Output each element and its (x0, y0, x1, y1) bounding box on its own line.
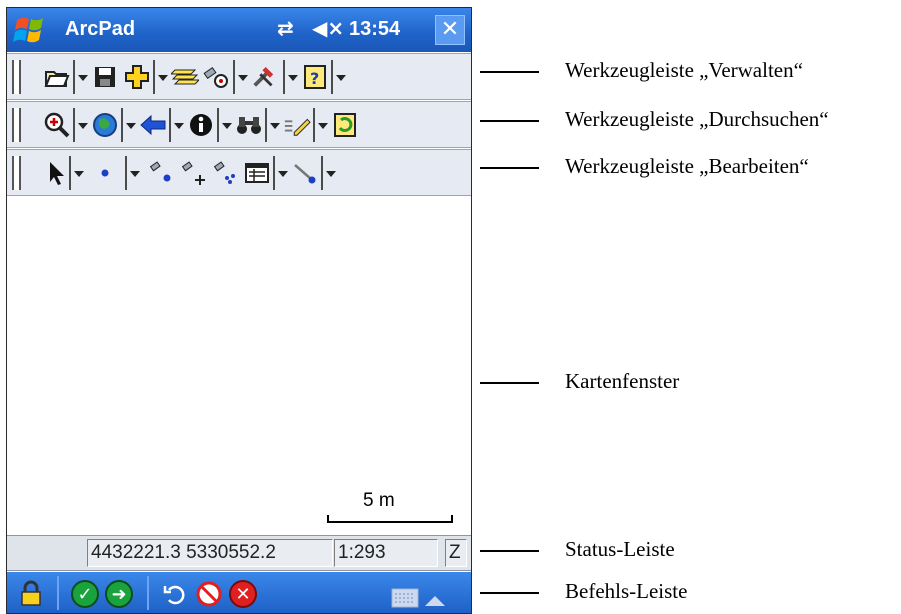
chevron-down-icon[interactable] (69, 156, 84, 190)
gps-average-icon[interactable] (211, 158, 239, 188)
toolbar-grip[interactable] (12, 108, 21, 142)
callout-befehls: Befehls-Leiste (565, 579, 688, 603)
callout-line (480, 120, 539, 122)
volume-muted-icon[interactable]: ◀× (312, 16, 344, 40)
toolbar-grip[interactable] (12, 60, 21, 94)
callout-line (480, 382, 539, 384)
scale-bar (327, 515, 453, 523)
chevron-down-icon[interactable] (73, 60, 88, 94)
svg-text:?: ? (310, 69, 319, 88)
cancel-icon[interactable]: ✕ (229, 580, 257, 608)
open-folder-icon[interactable] (43, 62, 71, 92)
help-icon[interactable]: ? (301, 62, 329, 92)
next-icon[interactable]: ➜ (105, 580, 133, 608)
save-icon[interactable] (91, 62, 119, 92)
add-gps-vertex-icon[interactable] (179, 158, 207, 188)
chevron-down-icon[interactable] (121, 108, 136, 142)
add-vertex-icon[interactable] (147, 158, 175, 188)
gps-icon[interactable] (203, 62, 231, 92)
scale-bar-label: 5 m (363, 490, 395, 511)
close-button[interactable]: ✕ (435, 15, 465, 45)
z-field[interactable]: Z (445, 539, 467, 567)
keyboard-icon[interactable] (391, 584, 419, 612)
chevron-up-icon[interactable] (421, 586, 449, 614)
coordinates-field[interactable]: 4432221.3 5330552.2 (87, 539, 333, 567)
toolbar-bearbeiten (7, 149, 471, 196)
scale-field[interactable]: 1:293 (334, 539, 438, 567)
sync-icon[interactable]: ⇄ (277, 16, 294, 40)
identify-icon[interactable] (187, 110, 215, 140)
chevron-down-icon[interactable] (273, 156, 288, 190)
callout-verwalten: Werkzeugleiste „Verwalten“ (565, 58, 803, 82)
line-edit-icon[interactable] (291, 158, 319, 188)
command-bar: ✓ ➜ ✕ (7, 572, 471, 614)
attribute-table-icon[interactable] (243, 158, 271, 188)
chevron-down-icon[interactable] (125, 156, 140, 190)
layers-icon[interactable] (171, 62, 199, 92)
toolbar-grip[interactable] (12, 156, 21, 190)
chevron-down-icon[interactable] (283, 60, 298, 94)
chevron-down-icon[interactable] (153, 60, 168, 94)
refresh-icon[interactable] (331, 110, 359, 140)
callout-durchsuchen: Werkzeugleiste „Durchsuchen“ (565, 107, 829, 131)
no-gps-icon[interactable] (195, 580, 223, 608)
map-window[interactable]: 5 m (7, 197, 471, 535)
callout-line (480, 592, 539, 594)
chevron-down-icon[interactable] (217, 108, 232, 142)
point-icon[interactable] (91, 158, 119, 188)
windows-start-icon[interactable] (11, 14, 51, 46)
globe-icon[interactable] (91, 110, 119, 140)
separator (147, 576, 149, 610)
callout-line (480, 167, 539, 169)
undo-icon[interactable] (161, 580, 189, 608)
callout-bearbeiten: Werkzeugleiste „Bearbeiten“ (565, 154, 809, 178)
clock[interactable]: 13:54 (349, 18, 400, 41)
status-bar: 4432221.3 5330552.2 1:293 Z (7, 535, 471, 571)
chevron-down-icon[interactable] (321, 156, 336, 190)
app-title: ArcPad (65, 18, 136, 40)
toolbar-verwalten: ? (7, 53, 471, 100)
find-binoculars-icon[interactable] (235, 110, 263, 140)
title-bar: ArcPad ⇄ ◀× 13:54 ✕ (7, 8, 471, 52)
zoom-in-icon[interactable] (43, 110, 71, 140)
arcpad-window: ArcPad ⇄ ◀× 13:54 ✕ ? 5 m 4432221.3 5330… (6, 7, 472, 614)
separator (57, 576, 59, 610)
toolbar-durchsuchen (7, 101, 471, 148)
chevron-down-icon[interactable] (331, 60, 346, 94)
ok-icon[interactable]: ✓ (71, 580, 99, 608)
callout-status: Status-Leiste (565, 537, 675, 561)
chevron-down-icon[interactable] (313, 108, 328, 142)
callout-kartenfenster: Kartenfenster (565, 369, 680, 393)
tools-icon[interactable] (251, 62, 279, 92)
back-arrow-icon[interactable] (139, 110, 167, 140)
chevron-down-icon[interactable] (233, 60, 248, 94)
chevron-down-icon[interactable] (169, 108, 184, 142)
chevron-down-icon[interactable] (265, 108, 280, 142)
chevron-down-icon[interactable] (73, 108, 88, 142)
add-layer-icon[interactable] (123, 62, 151, 92)
select-arrow-icon[interactable] (43, 158, 71, 188)
lock-icon[interactable] (17, 579, 45, 607)
callout-line (480, 550, 539, 552)
pen-icon[interactable] (283, 110, 311, 140)
callout-line (480, 71, 539, 73)
